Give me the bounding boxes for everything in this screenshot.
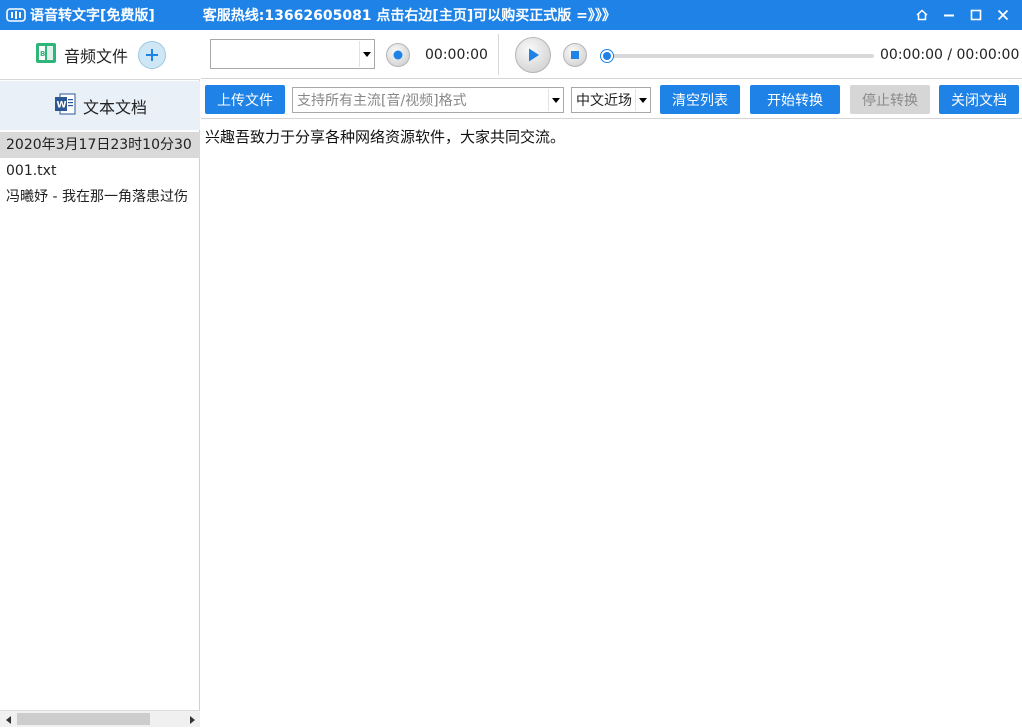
app-logo-icon <box>6 5 26 25</box>
divider <box>498 34 499 75</box>
word-document-icon: W <box>53 92 77 120</box>
maximize-icon[interactable] <box>962 0 989 30</box>
app-title: 语音转文字[免费版] <box>30 8 155 24</box>
close-document-button[interactable]: 关闭文档 <box>939 85 1019 114</box>
audio-file-icon: B <box>34 41 58 69</box>
playback-progress[interactable] <box>601 50 874 62</box>
chevron-down-icon[interactable] <box>359 41 373 67</box>
add-audio-button[interactable] <box>138 40 166 69</box>
document-text: 兴趣吾致力于分享各种网络资源软件，大家共同交流。 <box>205 128 566 146</box>
minimize-icon[interactable] <box>935 0 962 30</box>
sidebar-tab-documents-label: 文本文档 <box>82 97 147 117</box>
sidebar-tab-audio[interactable]: B 音频文件 <box>0 30 200 80</box>
stop-button[interactable] <box>563 43 587 67</box>
scroll-left-icon[interactable] <box>0 711 17 728</box>
progress-knob[interactable] <box>601 50 613 62</box>
start-convert-button[interactable]: 开始转换 <box>750 85 840 114</box>
stop-convert-button[interactable]: 停止转换 <box>850 85 930 114</box>
stop-icon <box>571 51 579 59</box>
record-icon <box>393 50 403 60</box>
hotline-text: 客服热线:13662605081 点击右边[主页]可以购买正式版 =》》》 <box>202 8 616 24</box>
clear-list-button[interactable]: 清空列表 <box>660 85 740 114</box>
language-select[interactable]: 中文近场 <box>571 87 651 113</box>
list-item[interactable]: 001.txt <box>0 158 200 184</box>
player-bar: 00:00:00 00:00:00 / 00:00:00 <box>201 30 1022 79</box>
scroll-right-icon[interactable] <box>183 711 200 728</box>
play-button[interactable] <box>515 37 551 73</box>
format-input[interactable]: 支持所有主流[音/视频]格式 <box>292 87 564 113</box>
title-bar: 语音转文字[免费版] 客服热线:13662605081 点击右边[主页]可以购买… <box>0 0 1022 30</box>
svg-text:W: W <box>56 100 66 110</box>
sidebar-tab-audio-label: 音频文件 <box>63 46 128 66</box>
list-item[interactable]: 冯曦妤 - 我在那一角落患过伤 <box>0 184 200 210</box>
document-list: 2020年3月17日23时10分30 001.txt 冯曦妤 - 我在那一角落患… <box>0 132 200 708</box>
play-icon <box>529 48 539 62</box>
sidebar-tab-documents[interactable]: W 文本文档 <box>0 81 200 130</box>
format-input-placeholder: 支持所有主流[音/视频]格式 <box>297 93 467 109</box>
horizontal-scrollbar[interactable] <box>0 710 200 727</box>
language-select-value: 中文近场 <box>576 93 632 109</box>
close-icon[interactable] <box>989 0 1016 30</box>
list-item[interactable]: 2020年3月17日23时10分30 <box>0 132 200 158</box>
playback-position: 00:00:00 / 00:00:00 <box>880 47 1020 63</box>
svg-text:B: B <box>40 50 45 58</box>
chevron-down-icon[interactable] <box>635 89 649 111</box>
window-controls <box>908 0 1016 30</box>
toolbar: 上传文件 支持所有主流[音/视频]格式 中文近场 清空列表 开始转换 停止转换 … <box>201 80 1022 119</box>
home-icon[interactable] <box>908 0 935 30</box>
document-text-area[interactable]: 兴趣吾致力于分享各种网络资源软件，大家共同交流。 <box>201 120 1022 727</box>
sidebar: B 音频文件 W 文本文档 2020年3月17日23时10分30 001.txt… <box>0 30 200 727</box>
chevron-down-icon[interactable] <box>548 89 562 111</box>
record-time: 00:00:00 <box>425 47 488 63</box>
audio-file-select[interactable] <box>210 39 375 69</box>
scrollbar-thumb[interactable] <box>17 713 150 725</box>
upload-button[interactable]: 上传文件 <box>205 85 285 114</box>
record-button[interactable] <box>386 43 410 67</box>
plus-icon <box>146 48 158 61</box>
